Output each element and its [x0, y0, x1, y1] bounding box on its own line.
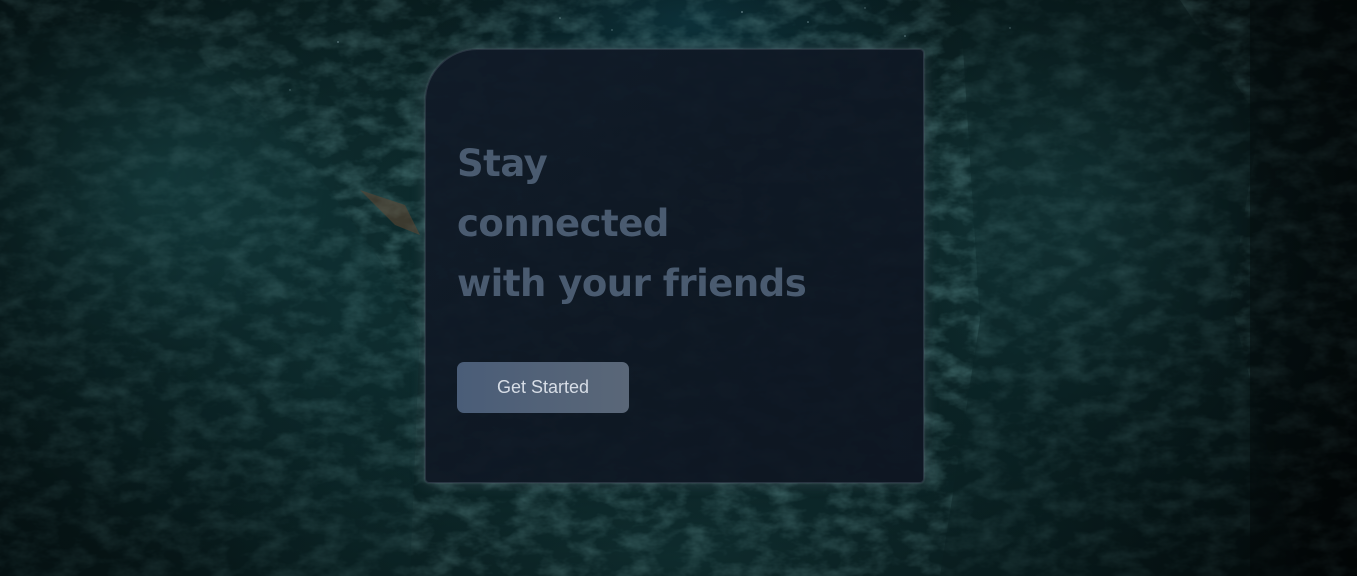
headline-line-3: with your friends: [457, 262, 807, 305]
hero-headline: Stay connected with your friends: [457, 134, 897, 314]
headline-line-1: Stay: [457, 142, 548, 185]
get-started-button[interactable]: Get Started: [457, 362, 629, 413]
headline-line-2: connected: [457, 202, 669, 245]
hero-card: Stay connected with your friends Get Sta…: [425, 49, 924, 483]
